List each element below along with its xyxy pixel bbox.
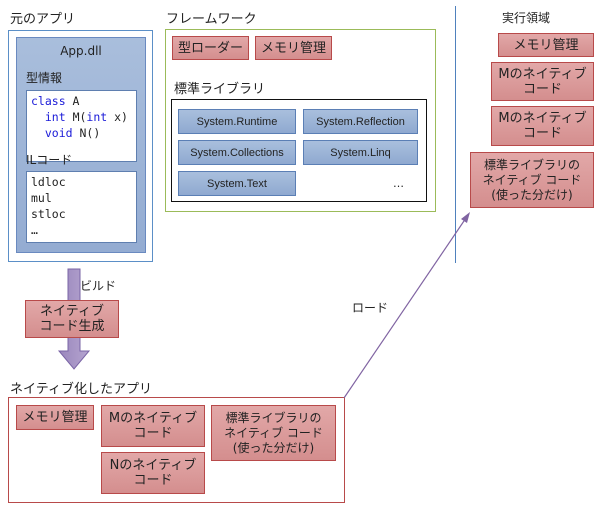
load-arrow-head (461, 212, 470, 223)
load-label: ロード (352, 301, 389, 315)
load-arrow (343, 212, 470, 399)
